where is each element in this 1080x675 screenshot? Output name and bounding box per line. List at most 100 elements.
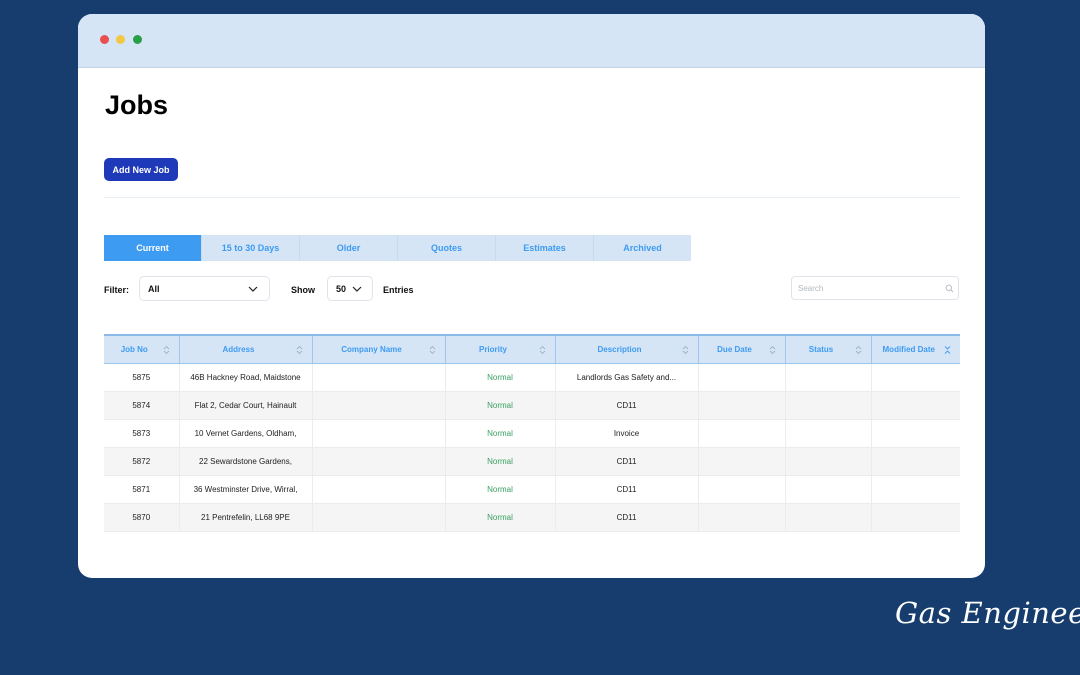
minimize-window-icon[interactable]	[116, 35, 125, 44]
description-cell: CD11	[554, 447, 699, 476]
sort-desc-icon	[944, 345, 951, 354]
tab-archived[interactable]: Archived	[594, 235, 691, 261]
filter-select-value: All	[148, 283, 160, 294]
priority-cell: Normal	[444, 475, 556, 504]
tab-estimates[interactable]: Estimates	[496, 235, 594, 261]
filter-row: Filter: All Show 50 Entries	[104, 276, 960, 304]
app-window: Jobs Add New Job Current 15 to 30 Days O…	[78, 14, 985, 578]
column-header-due-date[interactable]: Due Date	[697, 334, 786, 364]
jobs-table: Job No Address Company Name Priority Des…	[104, 334, 960, 532]
status-cell	[784, 447, 872, 476]
due-date-cell	[697, 447, 786, 476]
status-cell	[784, 363, 872, 392]
description-cell: Landlords Gas Safety and...	[554, 363, 699, 392]
due-date-cell	[697, 391, 786, 420]
entries-label: Entries	[383, 285, 414, 295]
job-no-cell: 5875	[104, 363, 180, 392]
modified-date-cell	[870, 503, 960, 532]
job-no-cell: 5874	[104, 391, 180, 420]
table-row[interactable]: 5874 Flat 2, Cedar Court, Hainault Normal C…	[104, 391, 960, 420]
column-header-address[interactable]: Address	[178, 334, 313, 364]
modified-date-cell	[870, 391, 960, 420]
company-name-cell	[311, 419, 446, 448]
modified-date-cell	[870, 419, 960, 448]
table-row[interactable]: 5870 21 Pentrefelin, LL68 9PE Normal CD11	[104, 503, 960, 532]
table-header-row: Job No Address Company Name Priority Des…	[104, 334, 960, 364]
window-titlebar	[78, 14, 985, 68]
company-name-cell	[311, 475, 446, 504]
tab-current[interactable]: Current	[104, 235, 202, 261]
status-cell	[784, 391, 872, 420]
search-input[interactable]	[791, 276, 959, 300]
job-no-cell: 5871	[104, 475, 180, 504]
company-name-cell	[311, 363, 446, 392]
table-row[interactable]: 5871 36 Westminster Drive, Wirral, Normal C…	[104, 475, 960, 504]
address-cell: 36 Westminster Drive, Wirral,	[178, 475, 313, 504]
show-label: Show	[291, 285, 315, 295]
sort-icon	[769, 345, 775, 354]
divider	[104, 197, 960, 198]
chevron-down-icon	[352, 286, 362, 292]
sort-icon	[539, 345, 545, 354]
description-cell: Invoice	[554, 419, 699, 448]
address-cell: 46B Hackney Road, Maidstone	[178, 363, 313, 392]
job-no-cell: 5870	[104, 503, 180, 532]
description-cell: CD11	[554, 503, 699, 532]
company-name-cell	[311, 503, 446, 532]
address-cell: 21 Pentrefelin, LL68 9PE	[178, 503, 313, 532]
due-date-cell	[697, 363, 786, 392]
priority-cell: Normal	[444, 363, 556, 392]
job-no-cell: 5872	[104, 447, 180, 476]
add-new-job-button[interactable]: Add New Job	[104, 158, 178, 181]
description-cell: CD11	[554, 475, 699, 504]
page-title: Jobs	[105, 90, 169, 120]
search-icon	[945, 284, 954, 293]
filter-label: Filter:	[104, 285, 130, 295]
status-cell	[784, 419, 872, 448]
modified-date-cell	[870, 363, 960, 392]
due-date-cell	[697, 475, 786, 504]
tab-15-to-30-days[interactable]: 15 to 30 Days	[202, 235, 300, 261]
tab-quotes[interactable]: Quotes	[398, 235, 496, 261]
sort-icon	[296, 345, 302, 354]
sort-icon	[855, 345, 861, 354]
status-cell	[784, 475, 872, 504]
priority-cell: Normal	[444, 447, 556, 476]
priority-cell: Normal	[444, 391, 556, 420]
job-tabs: Current 15 to 30 Days Older Quotes Estim…	[104, 235, 691, 261]
address-cell: 22 Sewardstone Gardens,	[178, 447, 313, 476]
due-date-cell	[697, 503, 786, 532]
modified-date-cell	[870, 475, 960, 504]
column-header-modified-date[interactable]: Modified Date	[870, 334, 960, 364]
due-date-cell	[697, 419, 786, 448]
maximize-window-icon[interactable]	[133, 35, 142, 44]
address-cell: 10 Vernet Gardens, Oldham,	[178, 419, 313, 448]
sort-icon	[163, 345, 169, 354]
sort-icon	[682, 345, 688, 354]
column-header-job-no[interactable]: Job No	[104, 334, 180, 364]
table-row[interactable]: 5873 10 Vernet Gardens, Oldham, Normal Invo…	[104, 419, 960, 448]
entries-select[interactable]: 50	[327, 276, 373, 301]
company-name-cell	[311, 391, 446, 420]
table-row[interactable]: 5872 22 Sewardstone Gardens, Normal CD11	[104, 447, 960, 476]
company-name-cell	[311, 447, 446, 476]
table-row[interactable]: 5875 46B Hackney Road, Maidstone Normal Lan…	[104, 363, 960, 392]
modified-date-cell	[870, 447, 960, 476]
sort-icon	[429, 345, 435, 354]
brand-logo-text: Gas Engineer S	[895, 596, 1080, 630]
job-no-cell: 5873	[104, 419, 180, 448]
column-header-company-name[interactable]: Company Name	[311, 334, 446, 364]
close-window-icon[interactable]	[100, 35, 109, 44]
address-cell: Flat 2, Cedar Court, Hainault	[178, 391, 313, 420]
column-header-description[interactable]: Description	[554, 334, 699, 364]
priority-cell: Normal	[444, 419, 556, 448]
column-header-status[interactable]: Status	[784, 334, 872, 364]
tab-older[interactable]: Older	[300, 235, 398, 261]
entries-select-value: 50	[336, 283, 347, 294]
description-cell: CD11	[554, 391, 699, 420]
status-cell	[784, 503, 872, 532]
filter-select[interactable]: All	[139, 276, 270, 301]
priority-cell: Normal	[444, 503, 556, 532]
chevron-down-icon	[248, 286, 258, 292]
column-header-priority[interactable]: Priority	[444, 334, 556, 364]
